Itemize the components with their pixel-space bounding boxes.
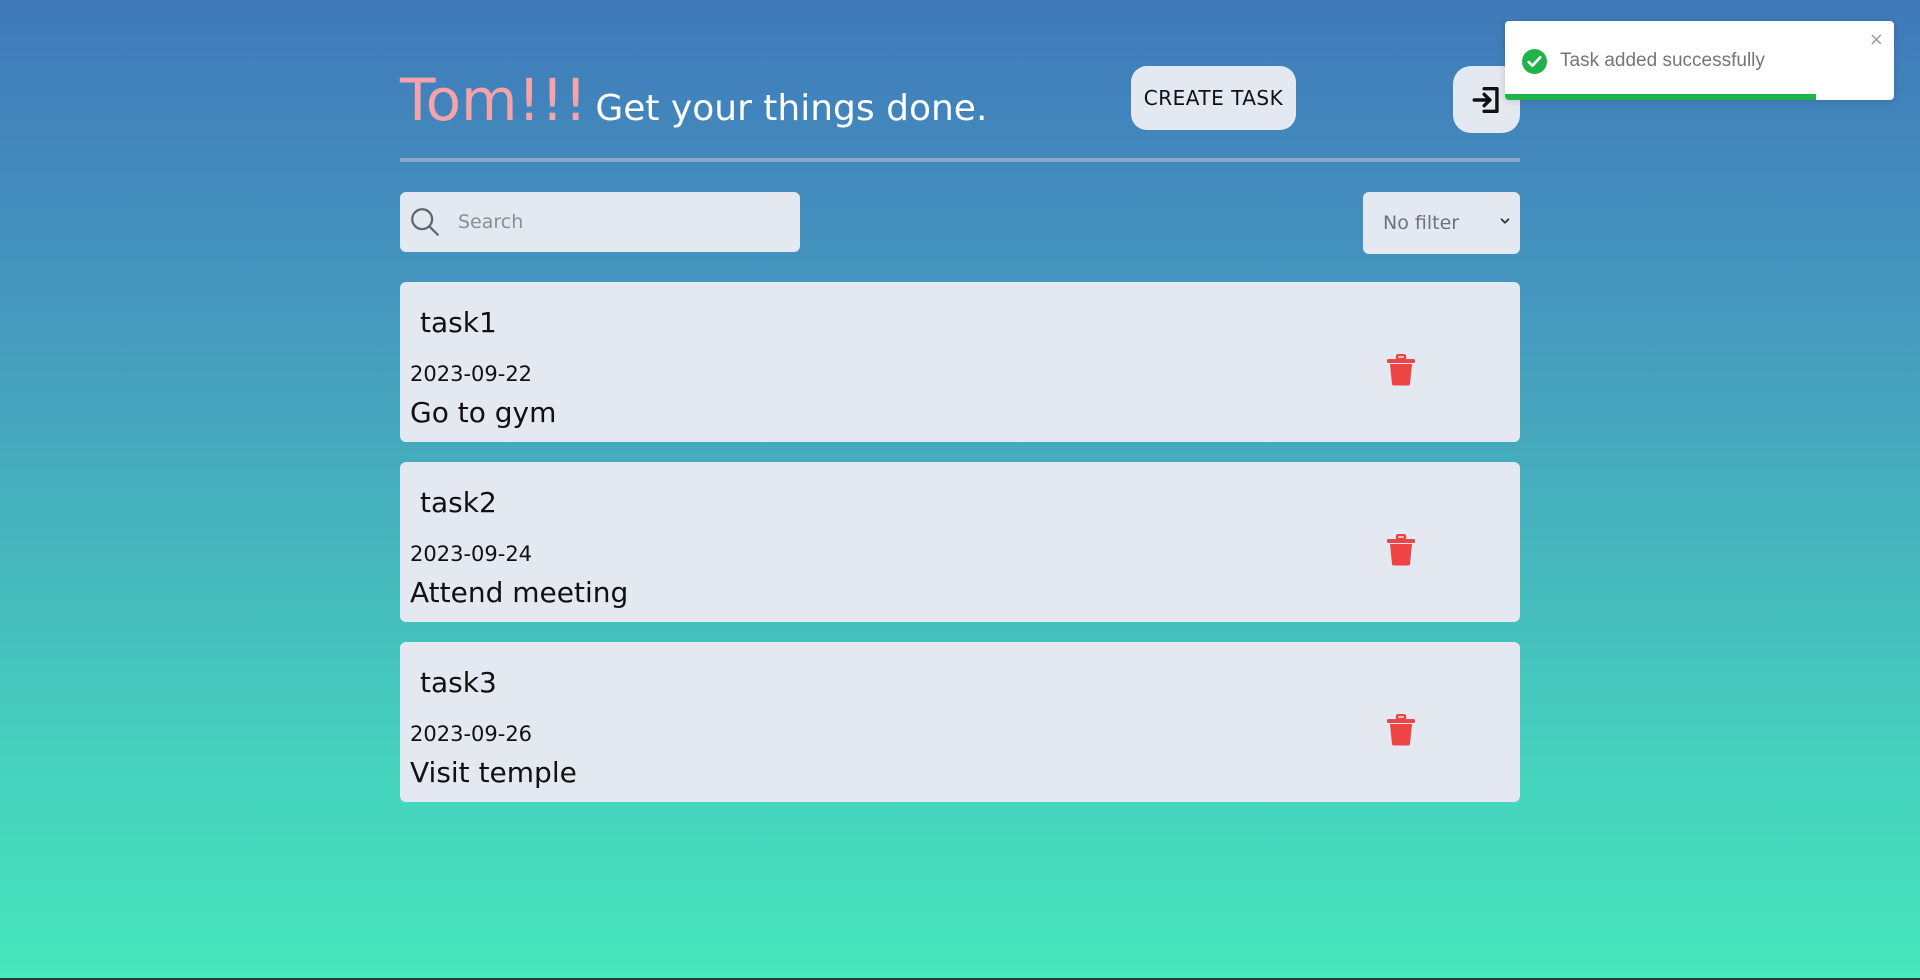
search-input[interactable] [456, 210, 780, 234]
toolbar: No filter [400, 162, 1520, 282]
filter-selected-value: No filter [1383, 212, 1460, 234]
task-description: Visit temple [410, 756, 577, 789]
page-title: Tom!!! Get your things done. [400, 66, 987, 134]
delete-task-button[interactable] [1386, 533, 1416, 566]
search-icon [408, 205, 442, 239]
trash-icon [1387, 533, 1415, 566]
task-title: task3 [420, 666, 497, 699]
task-card: task3 2023-09-26 Visit temple [400, 642, 1520, 802]
toast-message: Task added successfully [1560, 50, 1765, 71]
tagline: Get your things done. [595, 88, 988, 129]
delete-task-button[interactable] [1386, 353, 1416, 386]
task-title: task1 [420, 306, 497, 339]
task-list: task1 2023-09-22 Go to gym task2 2023-09… [400, 282, 1520, 802]
task-description: Attend meeting [410, 576, 629, 609]
header: Tom!!! Get your things done. CREATE TASK [400, 0, 1520, 162]
logout-icon [1472, 86, 1499, 113]
delete-task-button[interactable] [1386, 713, 1416, 746]
task-title: task2 [420, 486, 497, 519]
user-name: Tom!!! [400, 66, 588, 134]
app-container: Tom!!! Get your things done. CREATE TASK … [400, 0, 1520, 822]
task-card: task2 2023-09-24 Attend meeting [400, 462, 1520, 622]
task-date: 2023-09-22 [410, 362, 533, 386]
chevron-down-icon [1500, 218, 1510, 224]
search-box[interactable] [400, 192, 800, 252]
trash-icon [1387, 713, 1415, 746]
task-description: Go to gym [410, 396, 557, 429]
task-date: 2023-09-26 [410, 722, 533, 746]
close-icon[interactable]: × [1869, 29, 1884, 50]
success-toast: Task added successfully × [1505, 21, 1894, 100]
task-card: task1 2023-09-22 Go to gym [400, 282, 1520, 442]
filter-select[interactable]: No filter [1363, 192, 1520, 254]
create-task-button[interactable]: CREATE TASK [1131, 66, 1296, 130]
task-date: 2023-09-24 [410, 542, 533, 566]
trash-icon [1387, 353, 1415, 386]
toast-progress-bar [1505, 94, 1817, 100]
check-circle-icon [1522, 49, 1547, 74]
